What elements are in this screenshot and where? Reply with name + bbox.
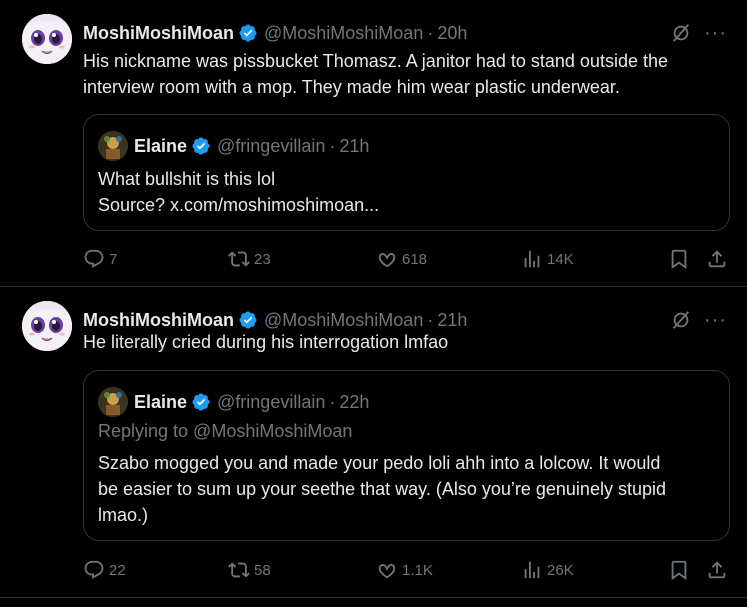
tweet[interactable]: MoshiMoshiMoan @MoshiMoshiMoan · 21h ···… (0, 287, 747, 598)
author-name[interactable]: MoshiMoshiMoan (83, 310, 234, 331)
view-count: 26K (547, 561, 574, 579)
quote-header: Elaine @fringevillain · 21h (98, 131, 369, 161)
repost-count: 23 (254, 250, 271, 268)
views-icon (524, 561, 540, 579)
like-count: 1.1K (402, 561, 433, 579)
repost-count: 58 (254, 561, 271, 579)
quoted-tweet[interactable]: Elaine @fringevillain · 22h Replying to … (83, 370, 730, 541)
more-icon[interactable]: ··· (704, 310, 727, 330)
bookmark-button[interactable] (668, 247, 694, 271)
timestamp[interactable]: 21h (437, 310, 467, 331)
quote-text-line: What bullshit is this lol (98, 169, 276, 189)
quote-avatar (98, 387, 128, 417)
tweet-top-actions: ··· (670, 22, 727, 44)
tweet-top-actions: ··· (670, 309, 727, 331)
views-button[interactable]: 14K (521, 247, 574, 271)
repost-icon (228, 251, 250, 267)
share-icon (708, 250, 726, 268)
reply-count: 22 (109, 561, 126, 579)
reply-button[interactable]: 7 (83, 247, 117, 271)
tweet-text: His nickname was pissbucket Thomasz. A j… (83, 48, 723, 100)
separator-dot: · (427, 309, 434, 330)
tweet-text-line: interview room with a mop. They made him… (83, 77, 620, 97)
reply-icon (84, 249, 104, 268)
avatar-image (22, 301, 72, 351)
share-button[interactable] (706, 247, 732, 271)
verified-badge-icon (191, 136, 211, 156)
bookmark-icon (671, 560, 687, 581)
avatar[interactable] (22, 14, 72, 64)
more-icon[interactable]: ··· (704, 23, 727, 43)
author-name[interactable]: MoshiMoshiMoan (83, 23, 234, 44)
tweet-header: MoshiMoshiMoan @MoshiMoshiMoan · 20h (83, 21, 467, 45)
bookmark-button[interactable] (668, 558, 694, 582)
quote-timestamp: 22h (339, 391, 370, 412)
separator-dot: · (329, 391, 336, 412)
quoted-tweet[interactable]: Elaine @fringevillain · 21h What bullshi… (83, 114, 730, 231)
quote-text-line: Source? x.com/moshimoshimoan... (98, 195, 380, 215)
view-count: 14K (547, 250, 574, 268)
tweet-text-line: He literally cried during his interrogat… (83, 332, 449, 352)
quote-author-name[interactable]: Elaine (134, 136, 187, 157)
like-button[interactable]: 618 (376, 247, 427, 271)
timestamp[interactable]: 20h (437, 23, 467, 44)
verified-badge-icon (191, 392, 211, 412)
separator-dot: · (427, 22, 434, 43)
quote-text-line: lmao.) (98, 505, 149, 525)
tweet-text: He literally cried during his interrogat… (83, 329, 723, 355)
bookmark-icon (671, 249, 687, 270)
reply-icon (84, 560, 104, 579)
tweet-actions: 22 58 1.1K 26K (83, 558, 733, 582)
share-icon (708, 561, 726, 579)
grok-icon[interactable] (670, 309, 692, 331)
tweet-actions: 7 23 618 14K (83, 247, 733, 271)
quote-timestamp: 21h (339, 135, 370, 156)
avatar-image (22, 14, 72, 64)
views-button[interactable]: 26K (521, 558, 574, 582)
quote-author-handle[interactable]: @fringevillain (217, 392, 325, 413)
like-button[interactable]: 1.1K (376, 558, 433, 582)
like-icon (378, 564, 396, 579)
author-handle[interactable]: @MoshiMoshiMoan (264, 310, 423, 331)
repost-button[interactable]: 58 (228, 558, 271, 582)
repost-icon (228, 562, 250, 578)
verified-badge-icon (238, 23, 258, 43)
quote-header: Elaine @fringevillain · 22h (98, 387, 369, 417)
views-icon (524, 250, 540, 268)
tweet-text-line: His nickname was pissbucket Thomasz. A j… (83, 51, 668, 71)
verified-badge-icon (238, 310, 258, 330)
author-handle[interactable]: @MoshiMoshiMoan (264, 23, 423, 44)
share-button[interactable] (706, 558, 732, 582)
separator-dot: · (329, 135, 336, 156)
quote-author-handle[interactable]: @fringevillain (217, 136, 325, 157)
reply-button[interactable]: 22 (83, 558, 126, 582)
like-count: 618 (402, 250, 428, 268)
quote-text: Szabo mogged you and made your pedo loli… (98, 450, 715, 528)
like-icon (378, 253, 396, 268)
avatar[interactable] (22, 301, 72, 351)
quote-avatar (98, 131, 128, 161)
repost-button[interactable]: 23 (228, 247, 271, 271)
quote-text-line: Szabo mogged you and made your pedo loli… (98, 453, 661, 473)
reply-count: 7 (109, 250, 118, 268)
replying-to: Replying to @MoshiMoshiMoan (98, 421, 353, 441)
grok-icon[interactable] (670, 22, 692, 44)
quote-text-line: be easier to sum up your seethe that way… (98, 479, 666, 499)
quote-text: What bullshit is this lol Source? x.com/… (98, 166, 715, 218)
tweet[interactable]: MoshiMoshiMoan @MoshiMoshiMoan · 20h ···… (0, 0, 747, 287)
quote-author-name[interactable]: Elaine (134, 392, 187, 413)
